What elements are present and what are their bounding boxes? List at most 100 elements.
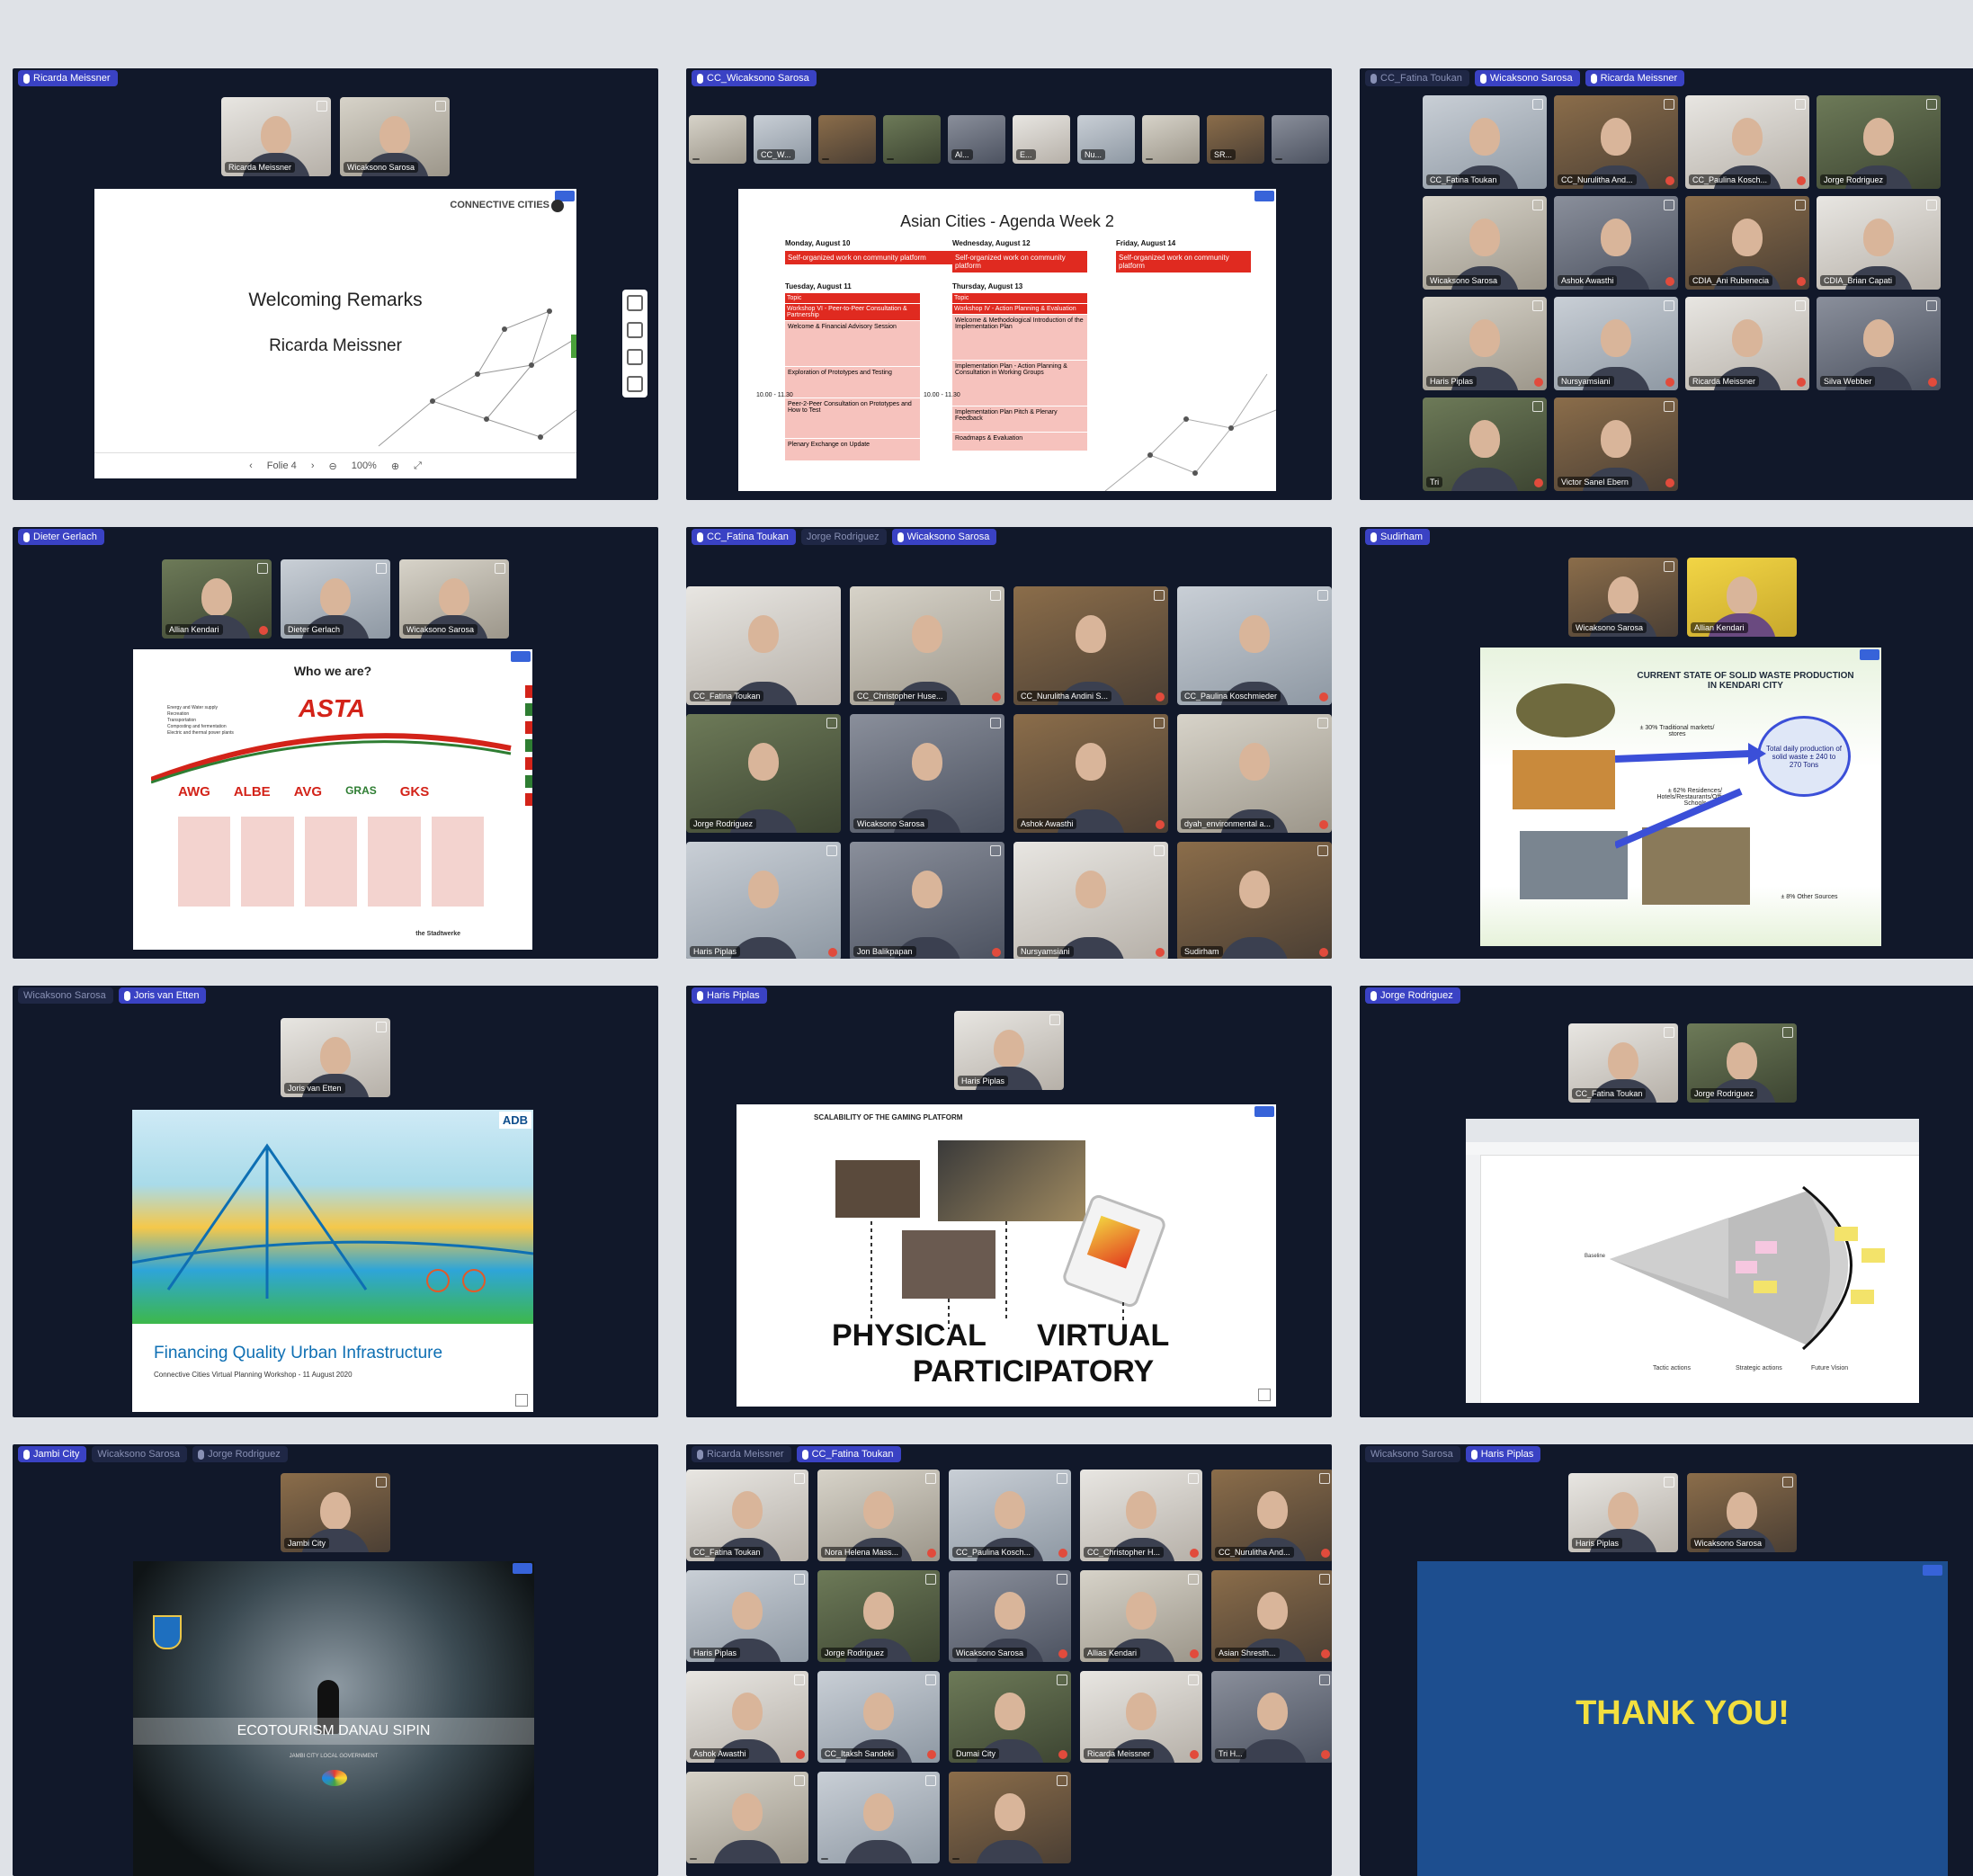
participant-tile[interactable]: Tri H... — [1211, 1671, 1332, 1763]
participant-tile[interactable] — [1272, 115, 1329, 164]
slide-menu-button[interactable] — [1860, 649, 1879, 660]
participant-tile[interactable]: CC_Fatina Toukan — [1568, 1023, 1678, 1103]
participant-tile[interactable]: Al... — [948, 115, 1005, 164]
participant-tile[interactable]: Jorge Rodriguez — [1687, 1023, 1797, 1103]
slide-menu-button[interactable] — [511, 651, 531, 662]
expand-icon[interactable] — [1532, 99, 1543, 110]
expand-icon[interactable] — [1664, 300, 1674, 311]
participant-tile[interactable] — [949, 1772, 1071, 1863]
trash-icon[interactable] — [627, 349, 643, 365]
participant-tile[interactable]: Allias Kendari — [1080, 1570, 1202, 1662]
participant-tile[interactable]: CDIA_Brian Capati — [1817, 196, 1941, 290]
expand-icon[interactable] — [1664, 99, 1674, 110]
expand-icon[interactable] — [1926, 200, 1937, 210]
participant-tile[interactable] — [1142, 115, 1200, 164]
expand-icon[interactable] — [317, 101, 327, 112]
participant-tile[interactable]: Wicaksono Sarosa — [1423, 196, 1547, 290]
expand-icon[interactable] — [925, 1574, 936, 1585]
participant-tile[interactable]: CDIA_Ani Rubenecia — [1685, 196, 1809, 290]
expand-icon[interactable] — [925, 1473, 936, 1484]
participant-tile[interactable]: CC_Nurulitha And... — [1211, 1470, 1332, 1561]
slide-menu-button[interactable] — [1923, 1565, 1942, 1576]
expand-icon[interactable] — [794, 1473, 805, 1484]
participant-tile[interactable]: Nora Helena Mass... — [817, 1470, 940, 1561]
expand-icon[interactable] — [1532, 300, 1543, 311]
participant-tile[interactable]: Allian Kendari — [162, 559, 272, 639]
expand-icon[interactable] — [1782, 1027, 1793, 1038]
expand-icon[interactable] — [1188, 1574, 1199, 1585]
participant-tile[interactable]: Ashok Awasthi — [686, 1671, 808, 1763]
participant-tile[interactable]: Ricarda Meissner — [1080, 1671, 1202, 1763]
expand-icon[interactable] — [1319, 1473, 1330, 1484]
participant-tile[interactable]: Wicaksono Sarosa — [1687, 1473, 1797, 1552]
participant-tile[interactable] — [818, 115, 876, 164]
participant-tile[interactable]: Asian Shresth... — [1211, 1570, 1332, 1662]
chart-icon[interactable] — [627, 376, 643, 392]
expand-icon[interactable] — [1057, 1574, 1067, 1585]
participant-tile[interactable]: dyah_environmental a... — [1177, 714, 1332, 833]
participant-tile[interactable]: CC_Nurulitha Andini S... — [1013, 586, 1168, 705]
participant-tile[interactable]: Wicaksono Sarosa — [850, 714, 1004, 833]
expand-icon[interactable] — [990, 590, 1001, 601]
participant-tile[interactable]: Ricarda Meissner — [1685, 297, 1809, 390]
participant-tile[interactable]: Jorge Rodriguez — [817, 1570, 940, 1662]
participant-tile[interactable]: Haris Piplas — [1568, 1473, 1678, 1552]
next-slide-button[interactable]: › — [311, 460, 315, 471]
expand-icon[interactable] — [1926, 300, 1937, 311]
expand-icon[interactable] — [1188, 1675, 1199, 1685]
participant-tile[interactable]: CC_Paulina Kosch... — [949, 1470, 1071, 1561]
participant-tile[interactable]: CC_Nurulitha And... — [1554, 95, 1678, 189]
fullscreen-icon[interactable] — [1258, 1389, 1271, 1401]
expand-icon[interactable] — [1154, 718, 1165, 728]
expand-icon[interactable] — [826, 718, 837, 728]
expand-icon[interactable] — [376, 563, 387, 574]
zoom-out-icon[interactable]: ⊖ — [328, 460, 336, 472]
participant-tile[interactable]: Ricarda Meissner — [221, 97, 331, 176]
participant-tile[interactable]: Wicaksono Sarosa — [949, 1570, 1071, 1662]
expand-icon[interactable] — [1795, 300, 1806, 311]
participant-tile[interactable]: Wicaksono Sarosa — [399, 559, 509, 639]
participant-tile[interactable]: Haris Piplas — [954, 1011, 1064, 1090]
participant-tile[interactable]: Wicaksono Sarosa — [340, 97, 450, 176]
expand-icon[interactable] — [925, 1775, 936, 1786]
expand-icon[interactable] — [826, 845, 837, 856]
participant-tile[interactable]: Jon Balikpapan — [850, 842, 1004, 959]
expand-icon[interactable] — [1532, 401, 1543, 412]
expand-icon[interactable] — [1532, 200, 1543, 210]
expand-icon[interactable] — [1664, 401, 1674, 412]
expand-icon[interactable] — [990, 845, 1001, 856]
expand-icon[interactable] — [376, 1477, 387, 1487]
prev-slide-button[interactable]: ‹ — [249, 460, 253, 471]
expand-icon[interactable] — [1795, 99, 1806, 110]
expand-icon[interactable] — [1664, 561, 1674, 572]
slide-menu-button[interactable] — [1254, 191, 1274, 201]
expand-icon[interactable] — [376, 1022, 387, 1032]
participant-tile[interactable]: Sudirham — [1177, 842, 1332, 959]
fullscreen-icon[interactable]: ⤢ — [414, 460, 422, 472]
participant-tile[interactable]: CC_Christopher H... — [1080, 1470, 1202, 1561]
expand-icon[interactable] — [794, 1675, 805, 1685]
expand-icon[interactable] — [1154, 845, 1165, 856]
participant-tile[interactable]: CC_Itaksh Sandeki — [817, 1671, 940, 1763]
participant-tile[interactable]: Tri — [1423, 398, 1547, 491]
participant-tile[interactable]: Jorge Rodriguez — [686, 714, 841, 833]
participant-tile[interactable]: Nursyamsiani — [1013, 842, 1168, 959]
participant-tile[interactable]: Victor Sanel Ebern — [1554, 398, 1678, 491]
participant-tile[interactable]: CC_Fatina Toukan — [1423, 95, 1547, 189]
expand-icon[interactable] — [1782, 1477, 1793, 1487]
fullscreen-icon[interactable] — [515, 1394, 528, 1407]
participant-tile[interactable]: CC_Paulina Koschmieder — [1177, 586, 1332, 705]
expand-icon[interactable] — [1319, 1675, 1330, 1685]
participant-tile[interactable]: Nursyamsiani — [1554, 297, 1678, 390]
participant-tile[interactable]: Dieter Gerlach — [281, 559, 390, 639]
participant-tile[interactable]: Jambi City — [281, 1473, 390, 1552]
expand-icon[interactable] — [1317, 845, 1328, 856]
participant-tile[interactable]: Allian Kendari — [1687, 558, 1797, 637]
expand-icon[interactable] — [1664, 1027, 1674, 1038]
participant-tile[interactable]: Haris Piplas — [686, 1570, 808, 1662]
participant-tile[interactable]: E... — [1013, 115, 1070, 164]
expand-icon[interactable] — [1317, 590, 1328, 601]
participant-tile[interactable] — [883, 115, 941, 164]
expand-icon[interactable] — [1188, 1473, 1199, 1484]
participant-tile[interactable]: Wicaksono Sarosa — [1568, 558, 1678, 637]
